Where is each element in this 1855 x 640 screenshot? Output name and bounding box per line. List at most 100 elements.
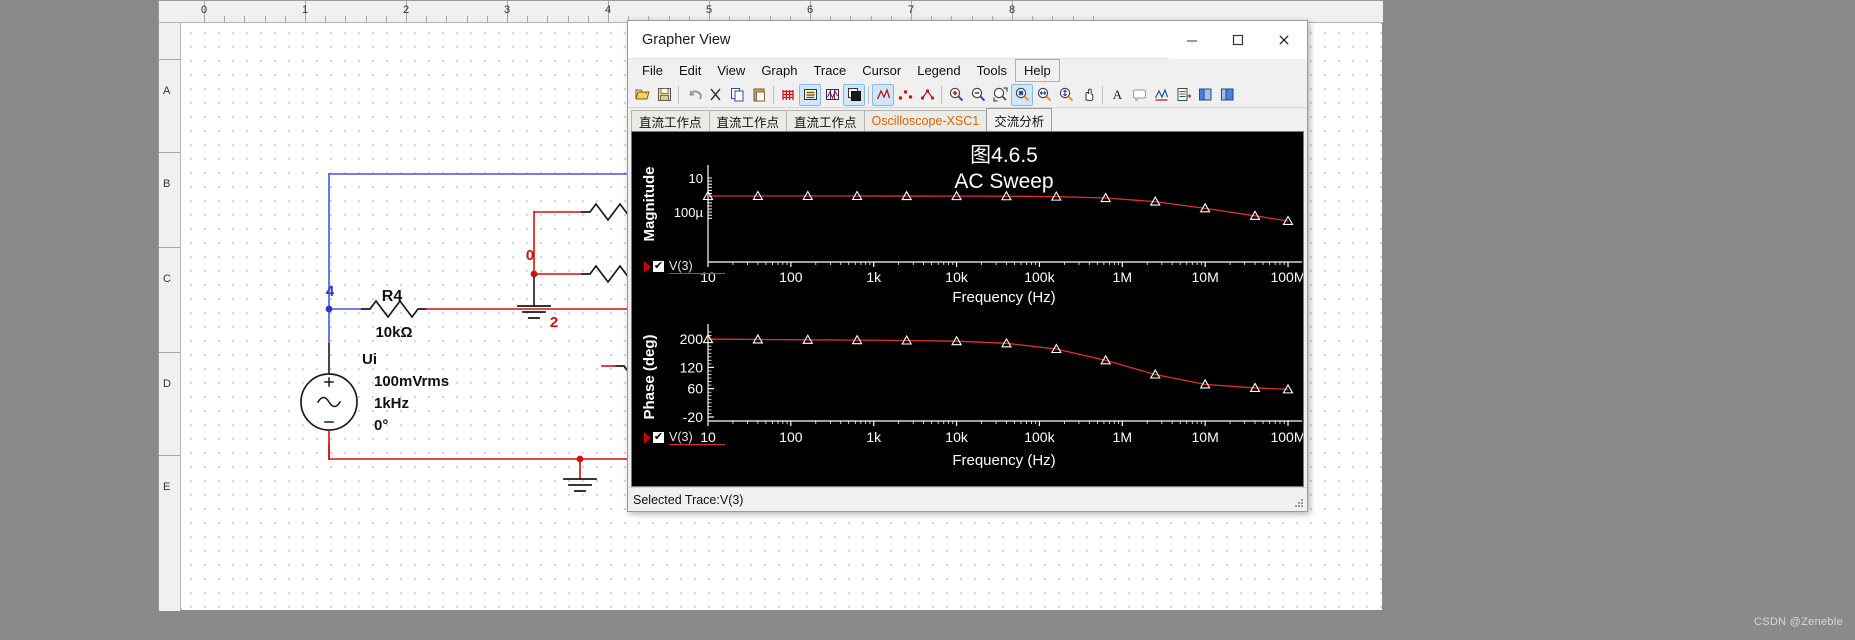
open-icon[interactable] (631, 84, 653, 106)
ruler-label: 1 (301, 4, 309, 16)
save-icon[interactable] (653, 84, 675, 106)
undo-icon[interactable] (682, 84, 704, 106)
ruler-tick (159, 152, 181, 153)
phase-ytick-label: 200 (680, 331, 704, 347)
minimize-icon[interactable] (1169, 20, 1215, 59)
close-icon[interactable] (1261, 20, 1307, 59)
magnitude-ylabel: Magnitude (641, 167, 658, 242)
menu-legend[interactable]: Legend (909, 59, 968, 82)
ruler-label: 4 (604, 4, 612, 16)
watermark: CSDN @Zeneble (1753, 616, 1843, 628)
phase-xtick-label: 100M (1270, 429, 1304, 445)
desktop-left-background (0, 0, 158, 610)
ruler-label: 6 (806, 4, 814, 16)
menu-view[interactable]: View (709, 59, 753, 82)
menu-trace[interactable]: Trace (805, 59, 854, 82)
grapher-view-window[interactable]: Grapher View File Edit View Graph Trace … (627, 20, 1308, 512)
zoom-restore-icon[interactable] (1011, 83, 1033, 106)
copy-graph-icon[interactable] (1194, 84, 1216, 106)
grid-icon[interactable] (777, 84, 799, 106)
ruler-label: 7 (907, 4, 915, 16)
cursor-icon[interactable] (821, 84, 843, 106)
vertical-ruler: A B C D E (159, 23, 181, 611)
menu-tools[interactable]: Tools (969, 59, 1015, 82)
ruler-label: 5 (705, 4, 713, 16)
zoom-vertical-icon[interactable] (1055, 84, 1077, 106)
trace-points-icon[interactable] (894, 84, 916, 106)
toolbar-separator (941, 85, 942, 104)
ruler-label: 8 (1008, 4, 1016, 16)
resize-grip[interactable] (1293, 497, 1305, 509)
ruler-minor-tick (325, 16, 327, 23)
ruler-minor-tick (244, 16, 246, 23)
legend-row-magnitude[interactable]: ✔ V(3) (644, 259, 725, 274)
trace-line-icon[interactable] (872, 83, 894, 106)
analysis-tabbar[interactable]: 直流工作点 直流工作点 直流工作点 Oscilloscope-XSC1 交流分析 (628, 108, 1307, 131)
ruler-minor-tick (466, 16, 468, 23)
legend-icon[interactable] (799, 83, 821, 106)
menubar[interactable]: File Edit View Graph Trace Cursor Legend… (628, 59, 1307, 82)
zoom-horizontal-icon[interactable] (1033, 84, 1055, 106)
svg-text:A: A (1112, 87, 1122, 102)
source-frequency-label: 1kHz (374, 395, 409, 412)
phase-ytick-label: 120 (680, 359, 704, 375)
text-icon[interactable]: A (1106, 84, 1128, 106)
ruler-minor-tick (486, 16, 488, 23)
magnitude-xtick-label: 1M (1113, 269, 1132, 285)
tab-oscilloscope-xsc1[interactable]: Oscilloscope-XSC1 (863, 110, 988, 131)
magnitude-xtick-label: 100M (1270, 269, 1304, 285)
legend-row-phase[interactable]: ✔ V(3) (644, 430, 725, 445)
magnitude-ytick-label: 100µ (674, 205, 704, 220)
ruler-label: A (163, 85, 171, 97)
menu-cursor[interactable]: Cursor (854, 59, 909, 82)
plot-area[interactable]: 图4.6.5 AC Sweep 10 100µ 10 100 1k 10k 100k 1M 10M 1… (631, 131, 1304, 487)
ruler-minor-tick (264, 16, 266, 23)
ruler-minor-tick (426, 16, 428, 23)
paste-icon[interactable] (748, 84, 770, 106)
comment-icon[interactable] (1128, 84, 1150, 106)
menu-help[interactable]: Help (1014, 59, 1060, 82)
phase-ytick-label: 60 (687, 381, 703, 397)
trace-line-points-icon[interactable] (916, 84, 938, 106)
ruler-minor-tick (547, 16, 549, 23)
tab-ac-analysis[interactable]: 交流分析 (986, 108, 1053, 131)
source-ref-label: Ui (362, 351, 377, 368)
node-label-2-red: 2 (550, 314, 558, 331)
page-properties-icon[interactable] (843, 83, 865, 106)
menu-file[interactable]: File (634, 59, 671, 82)
legend-checkbox-phase[interactable]: ✔ (652, 431, 665, 444)
zoom-in-icon[interactable] (945, 84, 967, 106)
ruler-tick (159, 352, 181, 353)
source-phase-label: 0° (374, 417, 388, 434)
tab-dc-operating-point-3[interactable]: 直流工作点 (786, 110, 865, 131)
reverse-colors-icon[interactable] (1150, 84, 1172, 106)
ruler-tick (159, 247, 181, 248)
window-titlebar[interactable]: Grapher View (628, 20, 1307, 59)
toolbar[interactable]: A (628, 82, 1307, 108)
tab-dc-operating-point-1[interactable]: 直流工作点 (631, 110, 710, 131)
phase-xtick-label: 100 (779, 429, 803, 445)
toolbar-separator (1102, 85, 1103, 104)
menu-edit[interactable]: Edit (671, 59, 709, 82)
toolbar-separator (868, 85, 869, 104)
magnitude-xtick-label: 100k (1024, 269, 1055, 285)
menu-graph[interactable]: Graph (753, 59, 805, 82)
paste-graph-icon[interactable] (1216, 84, 1238, 106)
chart-title: 图4.6.5 (970, 144, 1038, 167)
tab-dc-operating-point-2[interactable]: 直流工作点 (708, 110, 788, 131)
ruler-minor-tick (385, 16, 387, 23)
zoom-out-icon[interactable] (967, 84, 989, 106)
maximize-icon[interactable] (1215, 20, 1261, 59)
export-excel-icon[interactable] (1172, 84, 1194, 106)
legend-selector-arrow-icon (644, 431, 651, 444)
desktop-right-background (1382, 0, 1855, 610)
zoom-region-icon[interactable] (989, 84, 1011, 106)
pan-icon[interactable] (1077, 84, 1099, 106)
ruler-minor-tick (527, 16, 529, 23)
cut-icon[interactable] (704, 84, 726, 106)
phase-xlabel: Frequency (Hz) (952, 452, 1055, 469)
toolbar-separator (773, 85, 774, 104)
magnitude-ytick-label: 10 (689, 171, 703, 186)
copy-icon[interactable] (726, 84, 748, 106)
legend-checkbox-magnitude[interactable]: ✔ (652, 260, 665, 273)
